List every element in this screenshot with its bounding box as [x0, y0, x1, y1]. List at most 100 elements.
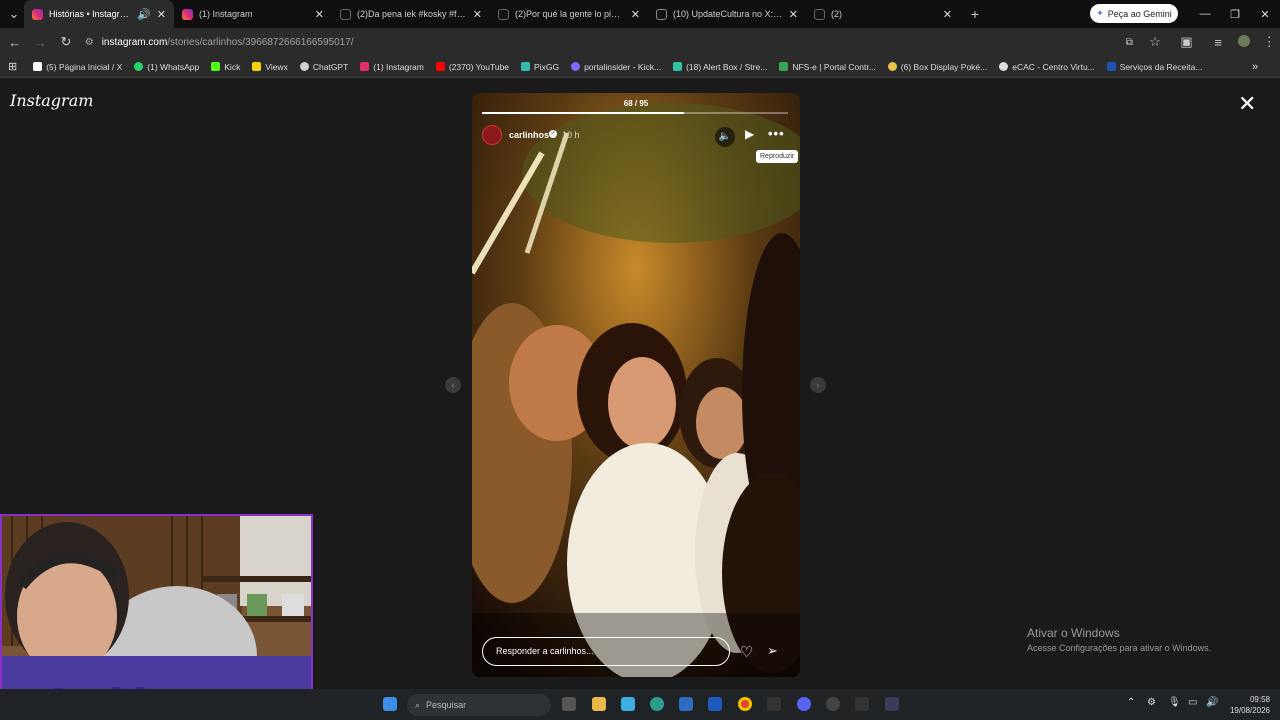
bookmarks-overflow-icon[interactable]: » [1252, 61, 1258, 73]
play-icon[interactable]: ▶ [745, 127, 754, 141]
edge-icon[interactable] [650, 697, 664, 711]
tab-tiktok-1[interactable]: (2)Da pena iek #kosky #fontin ✕ [332, 0, 490, 28]
bookmark-receita[interactable]: Serviços da Receita... [1106, 62, 1202, 72]
install-app-icon[interactable]: ⧉ [1119, 37, 1141, 48]
bookmark-pixgg[interactable]: PixGG [521, 62, 559, 72]
bookmark-viewx[interactable]: Viewx [252, 62, 288, 72]
media-control-icon[interactable]: ≡ [1207, 35, 1229, 50]
alertbox-icon [673, 62, 683, 71]
previous-story-arrow-icon[interactable]: ‹ [445, 377, 461, 393]
discord-icon[interactable] [797, 697, 811, 711]
tab-label: (10) UpdateCultura no X: "May [673, 9, 783, 19]
window-close-icon[interactable]: ✕ [1250, 0, 1280, 28]
bookmark-label: ChatGPT [312, 61, 349, 72]
capcut-icon[interactable] [767, 697, 781, 711]
reply-input[interactable]: Responder a carlinhos... [482, 637, 730, 666]
site-info-icon[interactable]: ⚙ [85, 37, 94, 48]
bookmark-label: NFS-e | Portal Contr... [792, 61, 876, 72]
browser-tab-strip: ⌄ Histórias • Instagram 🔊 ✕ (1) Instagra… [0, 0, 1280, 28]
outlook-icon[interactable] [708, 697, 722, 711]
story-photo [472, 93, 800, 677]
search-icon: ⌕ [415, 699, 421, 710]
bookmark-label: (18) Alert Box / Stre... [686, 61, 768, 72]
bookmark-portalinsider[interactable]: portalinsider - Kick... [571, 62, 661, 72]
bookmark-boxdisplay[interactable]: (6) Box Display Poké... [887, 62, 987, 72]
file-explorer-icon[interactable] [592, 697, 606, 711]
taskbar-clock[interactable]: 09:58 19/08/2026 [1226, 694, 1270, 716]
address-bar-row: ← → ↻ ⚙ instagram.com/stories/carlinhos/… [0, 28, 1280, 56]
capcut-2-icon[interactable] [855, 697, 869, 711]
obs-icon[interactable] [826, 697, 840, 711]
store-icon[interactable] [679, 697, 693, 711]
story-username[interactable]: carlinhos [509, 130, 549, 140]
bookmark-label: Viewx [265, 61, 288, 72]
avatar[interactable] [482, 125, 502, 145]
volume-icon[interactable]: 🔈 [715, 127, 735, 147]
bookmark-alertbox[interactable]: (18) Alert Box / Stre... [673, 62, 767, 72]
windows-taskbar [0, 689, 1280, 720]
bookmark-kick[interactable]: Kick [211, 62, 240, 72]
tab-search-chevron-icon[interactable]: ⌄ [4, 6, 24, 22]
browser-menu-icon[interactable]: ⋮ [1258, 34, 1280, 50]
like-heart-icon[interactable]: ♡ [740, 643, 753, 661]
tab-close-icon[interactable]: ✕ [789, 8, 798, 21]
next-story-arrow-icon[interactable]: › [810, 377, 826, 393]
apps-grid-icon[interactable]: ⊞ [8, 60, 17, 73]
forward-arrow-icon[interactable]: → [30, 35, 52, 50]
play-tooltip: Reproduzir [756, 150, 799, 163]
tab-audio-icon[interactable]: 🔊 [137, 8, 151, 21]
extensions-icon[interactable]: ▣ [1176, 34, 1198, 50]
ecac-icon [999, 62, 1009, 71]
tab-tiktok-3[interactable]: (2) ✕ [806, 0, 960, 28]
bookmark-youtube[interactable]: (2370) YouTube [435, 61, 510, 72]
search-placeholder: Pesquisar [426, 700, 467, 710]
tab-close-icon[interactable]: ✕ [473, 8, 482, 21]
gemini-label: Peça ao Gemini [1107, 8, 1172, 19]
tray-chevron-icon[interactable]: ⌃ [1127, 697, 1135, 708]
more-options-icon[interactable]: ••• [768, 126, 785, 141]
bookmark-label: (2370) YouTube [448, 61, 510, 72]
tab-close-icon[interactable]: ✕ [315, 8, 324, 21]
speaker-icon[interactable]: 🔊 [1206, 697, 1218, 708]
instagram-icon [182, 8, 193, 20]
omnibox[interactable]: ⚙ instagram.com/stories/carlinhos/396687… [84, 31, 1115, 53]
tab-instagram[interactable]: (1) Instagram ✕ [174, 0, 332, 28]
tab-x-updatecultura[interactable]: (10) UpdateCultura no X: "May ✕ [648, 0, 806, 28]
taskbar-search-input[interactable]: ⌕ Pesquisar [407, 694, 551, 716]
snipping-tool-icon[interactable] [885, 697, 899, 711]
story-timestamp: 10 h [562, 130, 580, 140]
bookmark-x[interactable]: (5) Página Inicial / X [33, 62, 122, 72]
tab-tiktok-2[interactable]: (2)Por qué la gente lo pide, Par ✕ [490, 0, 648, 28]
share-send-icon[interactable]: ➢ [767, 643, 778, 659]
tab-label: (2)Por qué la gente lo pide, Par [515, 9, 625, 19]
back-arrow-icon[interactable]: ← [4, 35, 26, 50]
copilot-icon[interactable] [621, 697, 635, 711]
bookmark-star-icon[interactable]: ☆ [1144, 34, 1166, 50]
youtube-icon [435, 62, 445, 71]
bookmark-ecac[interactable]: eCAC - Centro Virtu... [999, 62, 1095, 72]
close-story-icon[interactable]: ✕ [1238, 91, 1256, 117]
ask-gemini-button[interactable]: ✦ Peça ao Gemini [1090, 4, 1178, 23]
tab-stories-instagram[interactable]: Histórias • Instagram 🔊 ✕ [24, 0, 174, 28]
bookmark-whatsapp[interactable]: (1) WhatsApp [134, 62, 199, 72]
new-tab-plus-icon[interactable]: + [964, 6, 986, 22]
task-view-icon[interactable] [562, 697, 576, 711]
tiktok-icon [814, 8, 825, 20]
profile-avatar[interactable] [1233, 34, 1255, 50]
bookmark-nfse[interactable]: NFS-e | Portal Contr... [779, 61, 876, 72]
tab-close-icon[interactable]: ✕ [157, 8, 166, 21]
tab-close-icon[interactable]: ✕ [631, 8, 640, 21]
start-windows-icon[interactable] [383, 697, 397, 711]
minimize-icon[interactable]: — [1190, 0, 1220, 28]
bookmark-chatgpt[interactable]: ChatGPT [299, 61, 349, 72]
microphone-icon[interactable]: 🎙 [1168, 697, 1181, 708]
story-viewer[interactable]: 68 / 95 carlinhos ✓ 10 h 🔈 ▶ ••• Respond… [472, 93, 800, 677]
tab-close-icon[interactable]: ✕ [943, 8, 952, 21]
restore-icon[interactable]: ❐ [1220, 0, 1250, 28]
chrome-icon[interactable] [738, 697, 752, 711]
instagram-logo[interactable]: Instagram [10, 91, 93, 110]
wifi-icon[interactable]: ▭ [1188, 697, 1197, 708]
network-settings-icon[interactable]: ⚙ [1147, 697, 1156, 708]
bookmark-instagram[interactable]: (1) Instagram [360, 62, 424, 72]
reload-icon[interactable]: ↻ [55, 34, 77, 50]
